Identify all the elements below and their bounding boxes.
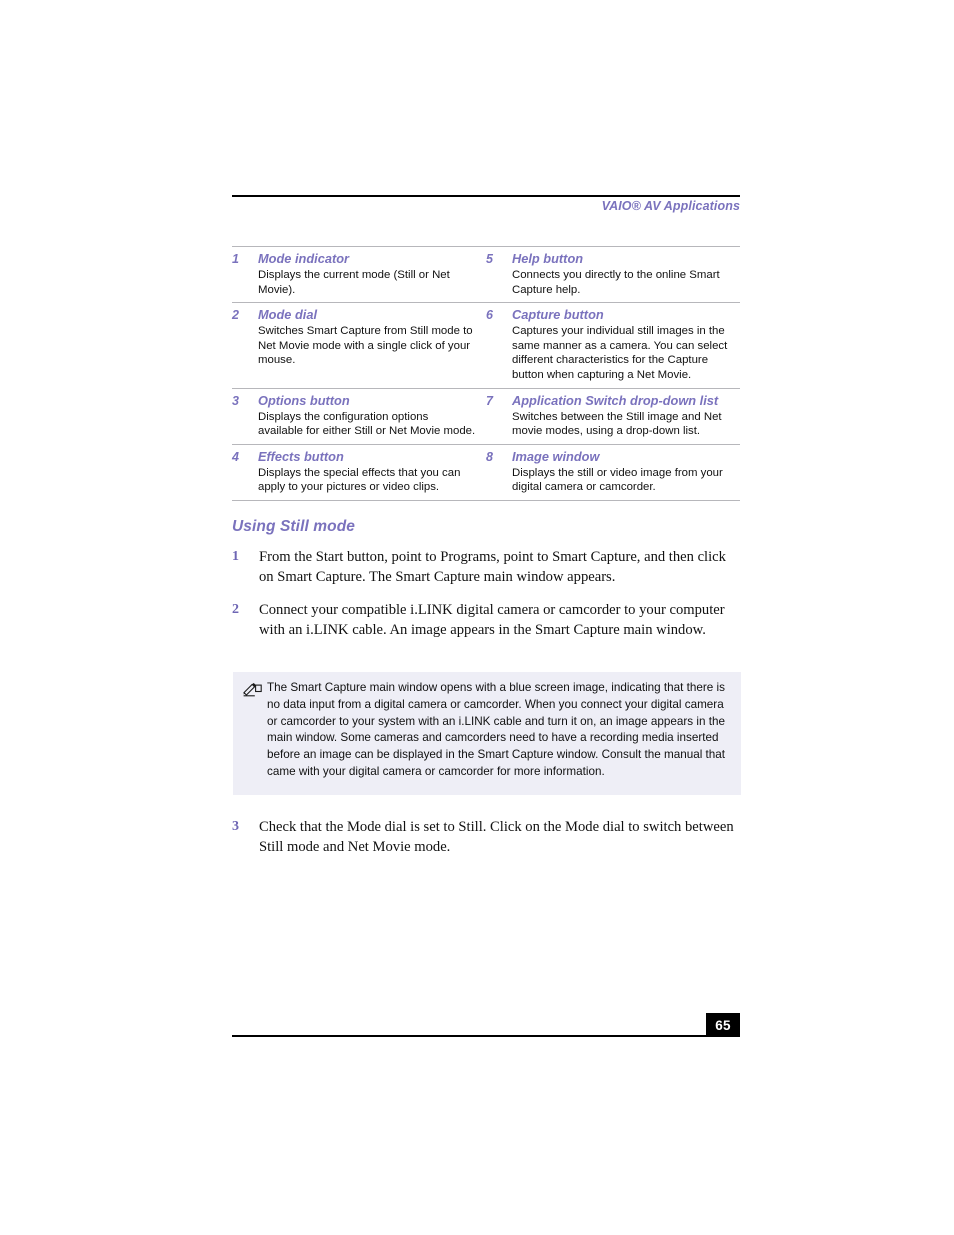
pencil-note-icon bbox=[243, 680, 267, 781]
callout-description: Displays the special effects that you ca… bbox=[258, 466, 461, 494]
callout-body: Help button Connects you directly to the… bbox=[512, 250, 740, 297]
callout-number: 2 bbox=[232, 308, 239, 323]
table-row: 2 Mode dial Switches Smart Capture from … bbox=[232, 303, 740, 389]
callout-description: Switches between the Still image and Net… bbox=[512, 410, 722, 438]
step-number: 3 bbox=[232, 819, 239, 834]
callout-body: Mode indicator Displays the current mode… bbox=[258, 250, 486, 297]
table-row: 4 Effects button Displays the special ef… bbox=[232, 445, 740, 501]
callout-body: Image window Displays the still or video… bbox=[512, 448, 740, 495]
callout-label: Help button bbox=[512, 251, 584, 266]
document-page: VAIO® AV Applications 1 Mode indicator D… bbox=[0, 0, 954, 1235]
callout-body: Application Switch drop-down list Switch… bbox=[512, 392, 740, 439]
callout-body: Mode dial Switches Smart Capture from St… bbox=[258, 306, 486, 368]
step-text: Connect your compatible i.LINK digital c… bbox=[259, 602, 725, 638]
callout-label: Effects button bbox=[258, 448, 344, 464]
callout-body: Effects button Displays the special effe… bbox=[258, 448, 486, 495]
table-cell-left: 1 Mode indicator Displays the current mo… bbox=[232, 250, 486, 297]
table-cell-right: 7 Application Switch drop-down list Swit… bbox=[486, 392, 740, 439]
header-rule bbox=[232, 195, 740, 197]
callout-body: Options button Displays the configuratio… bbox=[258, 392, 486, 439]
note-callout: The Smart Capture main window opens with… bbox=[233, 672, 741, 795]
table-cell-right: 6 Capture button Captures your individua… bbox=[486, 306, 740, 382]
callout-description: Displays the current mode (Still or Net … bbox=[258, 269, 450, 296]
procedure-steps-continued: 3 Check that the Mode dial is set to Sti… bbox=[232, 817, 740, 870]
callout-number: 1 bbox=[232, 252, 239, 266]
footer-rule bbox=[232, 1035, 740, 1037]
callout-description: Displays the still or video image from y… bbox=[512, 466, 723, 494]
table-cell-right: 8 Image window Displays the still or vid… bbox=[486, 448, 740, 495]
callout-number: 7 bbox=[486, 393, 493, 408]
callout-label: Mode indicator bbox=[258, 251, 350, 266]
table-cell-left: 2 Mode dial Switches Smart Capture from … bbox=[232, 306, 486, 382]
callout-label: Application Switch drop-down list bbox=[512, 392, 719, 408]
step-text: From the Start button, point to Programs… bbox=[259, 549, 726, 585]
step-number: 1 bbox=[232, 549, 239, 564]
callout-label: Capture button bbox=[512, 307, 604, 323]
callout-label: Mode dial bbox=[258, 307, 318, 323]
list-item: 2 Connect your compatible i.LINK digital… bbox=[232, 600, 740, 640]
running-header-title: VAIO® AV Applications bbox=[601, 199, 740, 213]
callout-number: 3 bbox=[232, 393, 239, 408]
section-heading: Using Still mode bbox=[232, 518, 356, 535]
table-row: 1 Mode indicator Displays the current mo… bbox=[232, 247, 740, 304]
callout-number: 5 bbox=[486, 252, 493, 266]
callout-number: 4 bbox=[232, 449, 239, 464]
callout-description: Connects you directly to the online Smar… bbox=[512, 269, 720, 296]
step-number: 2 bbox=[232, 602, 239, 617]
callout-description: Switches Smart Capture from Still mode t… bbox=[258, 325, 473, 367]
table-cell-left: 4 Effects button Displays the special ef… bbox=[232, 448, 486, 495]
callout-label: Options button bbox=[258, 392, 350, 408]
callout-number: 8 bbox=[486, 449, 493, 464]
note-text: The Smart Capture main window opens with… bbox=[267, 681, 726, 778]
table-cell-left: 3 Options button Displays the configurat… bbox=[232, 392, 486, 439]
callout-description: Displays the configuration options avail… bbox=[258, 410, 476, 438]
callout-description: Captures your individual still images in… bbox=[512, 325, 728, 381]
callout-label: Image window bbox=[512, 448, 600, 464]
list-item: 3 Check that the Mode dial is set to Sti… bbox=[232, 817, 740, 857]
list-item: 1 From the Start button, point to Progra… bbox=[232, 547, 740, 587]
table-cell-right: 5 Help button Connects you directly to t… bbox=[486, 250, 740, 297]
step-text: Check that the Mode dial is set to Still… bbox=[259, 819, 734, 855]
callout-number: 6 bbox=[486, 308, 493, 323]
procedure-steps: 1 From the Start button, point to Progra… bbox=[232, 547, 740, 653]
table-row: 3 Options button Displays the configurat… bbox=[232, 389, 740, 445]
callout-reference-table: 1 Mode indicator Displays the current mo… bbox=[232, 246, 740, 501]
page-number-badge: 65 bbox=[706, 1013, 740, 1037]
callout-body: Capture button Captures your individual … bbox=[512, 306, 740, 382]
